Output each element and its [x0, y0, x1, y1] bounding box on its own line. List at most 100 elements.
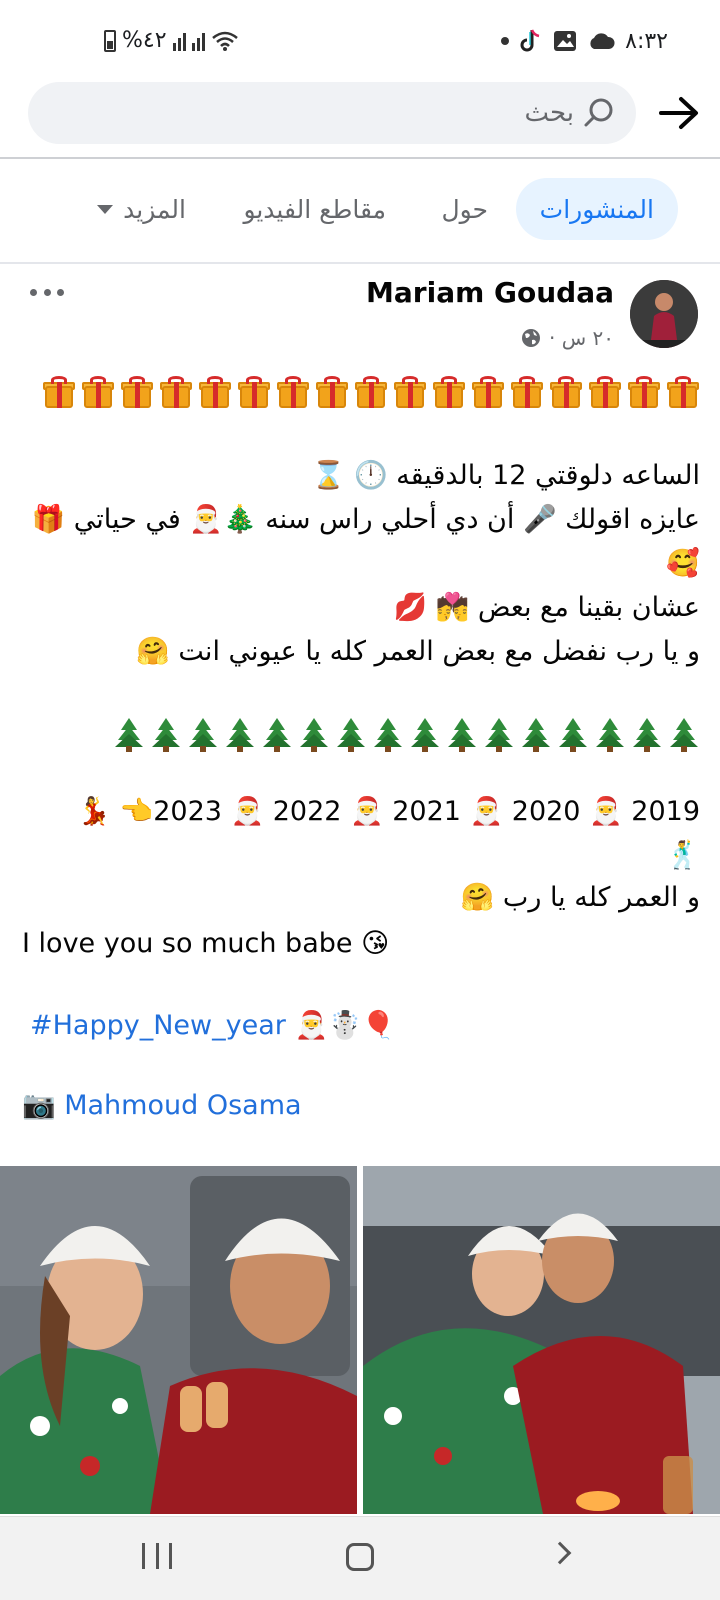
tab-about-label: حول	[441, 194, 488, 224]
tab-about[interactable]: حول	[441, 178, 488, 240]
gift-icon	[315, 376, 349, 410]
photo-credit-line: 📷 Mahmoud Osama	[22, 1088, 302, 1124]
christmas-tree-icon	[483, 718, 515, 752]
post-line: و العمر كله يا رب 🤗	[460, 882, 700, 913]
divider	[0, 262, 720, 264]
christmas-tree-icon	[557, 718, 589, 752]
christmas-tree-icon	[187, 718, 219, 752]
status-left: %٤٢	[104, 28, 239, 53]
christmas-tree-icon	[520, 718, 552, 752]
hashtag-emoji: 🎅☃️🎈	[294, 1010, 396, 1041]
gallery-icon	[554, 31, 577, 51]
christmas-tree-icon	[224, 718, 256, 752]
tab-posts-label: المنشورات	[539, 194, 654, 224]
photo-image	[363, 1166, 720, 1514]
notification-dot-icon	[501, 37, 510, 45]
tab-videos[interactable]: مقاطع الفيديو	[243, 178, 386, 240]
post-line: 🕺	[666, 840, 700, 871]
post-line: I love you so much babe 😘	[22, 928, 390, 959]
author-name[interactable]: Mariam Goudaa	[366, 276, 614, 309]
gift-icon	[276, 376, 310, 410]
post-line: الساعه دلوقتي 12 بالدقيقه 🕛 ⌛	[311, 460, 700, 491]
gift-icon	[588, 376, 622, 410]
christmas-tree-icon	[594, 718, 626, 752]
gift-icon	[549, 376, 583, 410]
christmas-tree-icon	[409, 718, 441, 752]
caret-down-icon	[97, 204, 114, 214]
dot-icon	[57, 288, 64, 296]
signal-icon-2	[191, 31, 205, 51]
gift-icon	[81, 376, 115, 410]
post-line: 2019 🎅 2020 🎅 2021 🎅 2022 🎅 2023👈 💃	[77, 796, 700, 827]
post-photo-2[interactable]	[363, 1166, 720, 1514]
photo-image	[0, 1166, 357, 1514]
hashtag-link[interactable]: #Happy_New_year	[30, 1010, 286, 1041]
search-box[interactable]	[28, 82, 636, 144]
dot-icon	[43, 288, 51, 296]
christmas-tree-icon	[631, 718, 663, 752]
christmas-tree-icon	[372, 718, 404, 752]
mention-link[interactable]: Mahmoud Osama	[64, 1090, 301, 1121]
post-photo-1[interactable]	[0, 1166, 357, 1514]
tab-posts[interactable]: المنشورات	[515, 178, 678, 240]
avatar[interactable]	[630, 280, 698, 348]
christmas-tree-icon	[446, 718, 478, 752]
arrow-right-icon	[659, 97, 698, 129]
gift-icon	[354, 376, 388, 410]
tab-more[interactable]: المزيد	[97, 178, 186, 240]
search-row	[0, 80, 720, 158]
recents-icon	[169, 1543, 172, 1569]
christmas-tree-icon	[335, 718, 367, 752]
back-button[interactable]	[654, 90, 704, 136]
post-line: عايزه اقولك 🎤 أن دي أحلي راس سنه 🎄🎅 في ح…	[31, 504, 700, 535]
gift-icon	[510, 376, 544, 410]
hashtag-line: #Happy_New_year 🎅☃️🎈	[30, 1008, 395, 1044]
gift-icon	[393, 376, 427, 410]
cloud-icon	[590, 33, 615, 49]
christmas-tree-icon	[261, 718, 293, 752]
tab-videos-label: مقاطع الفيديو	[243, 194, 386, 224]
post-time: ٢٠ س ·	[549, 326, 614, 350]
back-nav-button[interactable]	[548, 1541, 572, 1565]
recents-icon	[142, 1543, 145, 1569]
gift-icon	[666, 376, 700, 410]
christmas-tree-icon	[668, 718, 700, 752]
clock-time: ٨:٣٢	[625, 28, 668, 54]
divider	[0, 157, 720, 159]
post-line: و يا رب نفضل مع بعض العمر كله يا عيوني ا…	[136, 636, 700, 667]
christmas-tree-icon	[150, 718, 182, 752]
recents-button[interactable]	[142, 1543, 172, 1573]
battery-percent: %٤٢	[122, 28, 167, 53]
christmas-tree-icon	[113, 718, 145, 752]
post-line: عشان بقينا مع بعض 💏 💋	[393, 592, 700, 623]
globe-icon	[522, 329, 541, 347]
home-button[interactable]	[346, 1543, 374, 1571]
recents-icon	[155, 1543, 159, 1569]
system-nav-bar	[0, 1516, 720, 1600]
camera-icon: 📷	[22, 1090, 56, 1121]
avatar-image	[630, 280, 698, 348]
wifi-icon	[211, 31, 238, 51]
search-icon	[584, 98, 613, 127]
profile-tabs: المنشورات حول مقاطع الفيديو المزيد	[0, 178, 720, 240]
search-input[interactable]	[174, 90, 574, 136]
tab-more-label: المزيد	[123, 194, 186, 224]
gift-icon	[471, 376, 505, 410]
gift-icon	[159, 376, 193, 410]
more-options-button[interactable]	[30, 282, 64, 302]
gift-icon	[237, 376, 271, 410]
gift-icon	[627, 376, 661, 410]
post-line: 🥰	[666, 548, 700, 579]
tree-emoji-row	[113, 718, 700, 752]
tiktok-icon	[520, 29, 540, 52]
post-meta: ٢٠ س ·	[521, 326, 614, 350]
status-right: ٨:٣٢	[501, 28, 668, 54]
gift-icon	[42, 376, 76, 410]
gift-icon	[432, 376, 466, 410]
christmas-tree-icon	[298, 718, 330, 752]
signal-icon	[172, 31, 186, 51]
gift-icon	[198, 376, 232, 410]
gift-icon	[120, 376, 154, 410]
battery-icon	[104, 29, 116, 52]
gift-emoji-row	[42, 376, 700, 410]
